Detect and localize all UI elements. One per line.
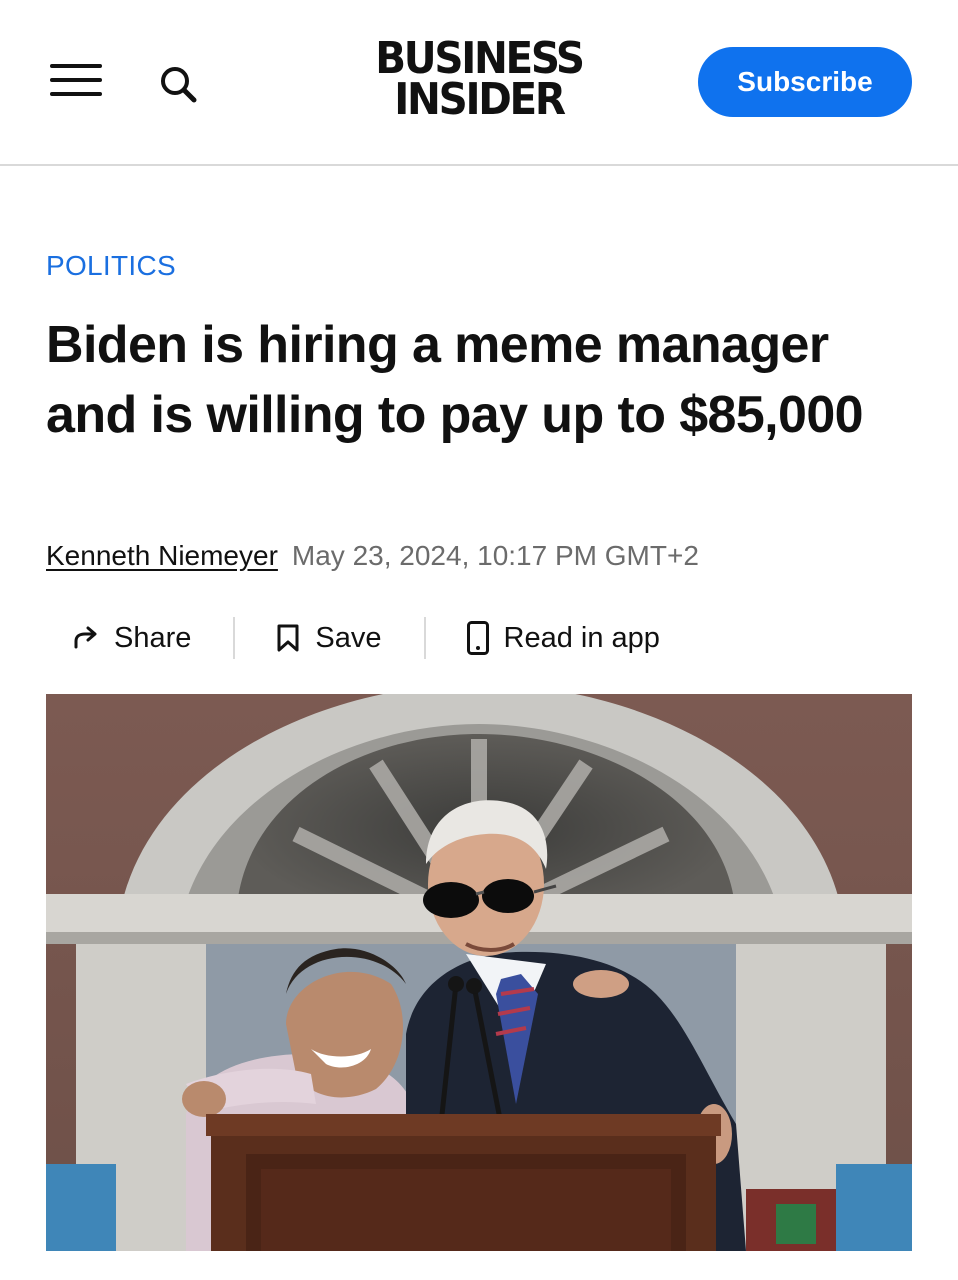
read-in-app-label: Read in app (503, 621, 660, 654)
article-actions: Share Save Read in app (46, 612, 660, 664)
action-divider (423, 617, 426, 659)
category-link[interactable]: POLITICS (46, 250, 176, 282)
logo-line-1: BUSINESS (375, 33, 585, 84)
share-button[interactable]: Share (46, 612, 191, 664)
logo-line-2: INSIDER (394, 74, 566, 125)
bookmark-icon (277, 624, 299, 652)
action-divider (233, 617, 236, 659)
byline: Kenneth Niemeyer May 23, 2024, 10:17 PM G… (46, 540, 699, 572)
hamburger-menu-icon[interactable] (50, 64, 104, 100)
share-label: Share (114, 621, 192, 654)
save-button[interactable]: Save (275, 612, 382, 664)
save-label: Save (315, 621, 382, 654)
share-arrow-icon (74, 626, 97, 649)
business-insider-logo[interactable]: BUSINESS INSIDER (340, 33, 618, 125)
subscribe-button[interactable]: Subscribe (698, 47, 912, 117)
read-in-app-button[interactable]: Read in app (466, 612, 660, 664)
author-link[interactable]: Kenneth Niemeyer (46, 540, 278, 571)
phone-icon (466, 621, 489, 655)
article-headline: Biden is hiring a meme manager and is wi… (46, 316, 864, 444)
site-header: BUSINESS INSIDER Subscribe (0, 0, 958, 166)
article-hero-image[interactable] (46, 694, 912, 1251)
publish-date: May 23, 2024, 10:17 PM GMT+2 (291, 540, 699, 571)
search-icon[interactable] (156, 62, 200, 106)
